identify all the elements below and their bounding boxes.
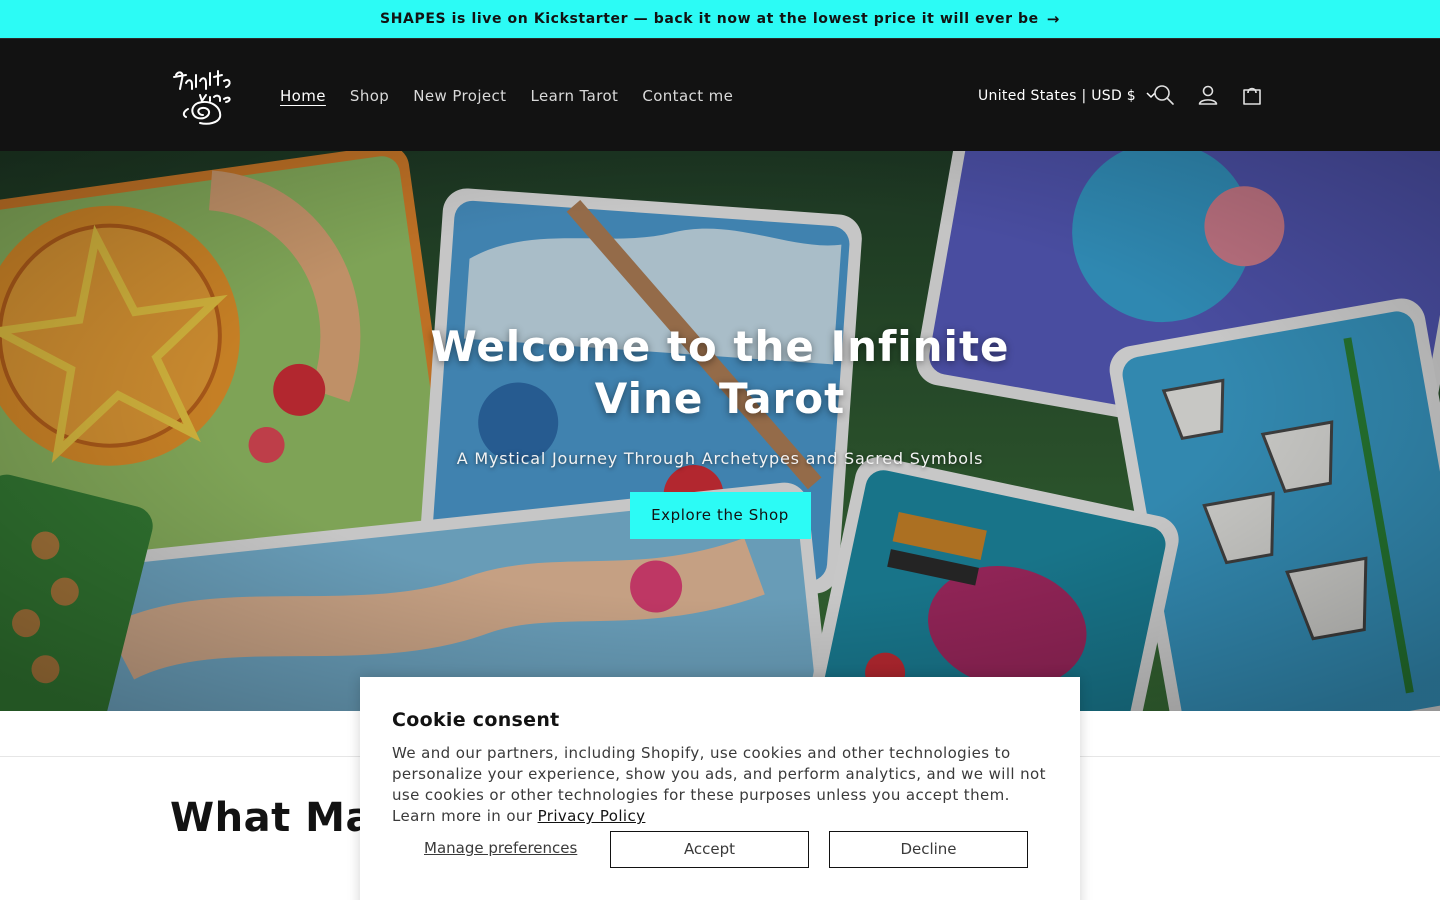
announcement-link[interactable]: SHAPES is live on Kickstarter — back it … <box>380 10 1060 28</box>
announcement-text: SHAPES is live on Kickstarter — back it … <box>380 11 1039 27</box>
site-logo[interactable] <box>170 65 236 125</box>
nav-new-project[interactable]: New Project <box>401 87 518 105</box>
explore-shop-button[interactable]: Explore the Shop <box>629 492 811 539</box>
nav-shop[interactable]: Shop <box>338 87 401 105</box>
nav-home[interactable]: Home <box>268 87 338 105</box>
cookie-text: We and our partners, including Shopify, … <box>392 743 1052 827</box>
account-icon[interactable] <box>1196 83 1220 107</box>
site-header: Home Shop New Project Learn Tarot Contac… <box>0 38 1440 151</box>
hero-title: Welcome to the Infinite Vine Tarot <box>430 322 1010 423</box>
hero-banner: Welcome to the Infinite Vine Tarot A Mys… <box>0 151 1440 711</box>
announcement-bar: SHAPES is live on Kickstarter — back it … <box>0 0 1440 38</box>
hero-subtitle: A Mystical Journey Through Archetypes an… <box>456 449 984 468</box>
main-nav: Home Shop New Project Learn Tarot Contac… <box>268 39 745 152</box>
nav-learn-tarot[interactable]: Learn Tarot <box>518 87 630 105</box>
locale-label: United States | USD $ <box>978 88 1136 104</box>
decline-button[interactable]: Decline <box>829 831 1028 868</box>
nav-contact-me[interactable]: Contact me <box>630 87 745 105</box>
hero-content: Welcome to the Infinite Vine Tarot A Mys… <box>420 321 1020 539</box>
cart-icon[interactable] <box>1240 83 1264 107</box>
cookie-actions: Manage preferences Accept Decline <box>392 831 1048 869</box>
cookie-body: We and our partners, including Shopify, … <box>392 744 1046 825</box>
cookie-consent-banner: Cookie consent We and our partners, incl… <box>360 677 1080 900</box>
privacy-policy-link[interactable]: Privacy Policy <box>538 807 646 825</box>
accept-button[interactable]: Accept <box>610 831 809 868</box>
cookie-title: Cookie consent <box>392 709 560 731</box>
arrow-right-icon: → <box>1046 10 1060 28</box>
country-currency-selector[interactable]: United States | USD $ <box>978 82 1156 110</box>
manage-preferences-link[interactable]: Manage preferences <box>424 839 577 857</box>
search-icon[interactable] <box>1152 83 1176 107</box>
section-title: What Ma <box>170 795 373 841</box>
